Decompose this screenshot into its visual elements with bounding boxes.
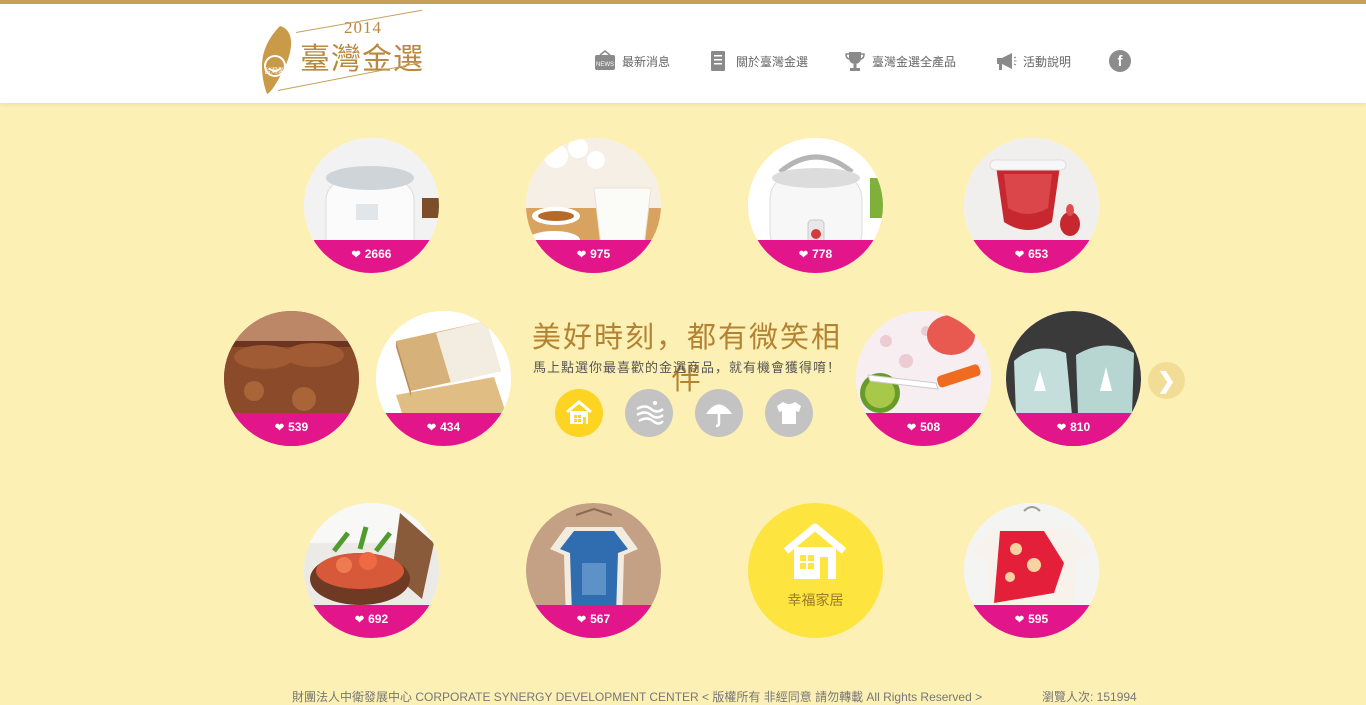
trophy-icon	[845, 52, 865, 71]
like-count: ❤ 508	[856, 413, 991, 446]
heart-icon: ❤	[354, 614, 365, 626]
product-red-glass[interactable]: ❤ 653	[964, 138, 1099, 273]
like-count: ❤ 434	[376, 413, 511, 446]
house-icon	[783, 523, 847, 579]
like-count-value: 653	[1028, 247, 1049, 261]
nav-about[interactable]: 關於臺灣金選	[708, 48, 808, 74]
product-hot-pot[interactable]: ❤ 692	[304, 503, 439, 638]
product-slippers[interactable]: ❤ 810	[1006, 311, 1141, 446]
category-umbrella-button[interactable]	[695, 389, 743, 437]
next-arrow-button[interactable]: ❯	[1148, 362, 1185, 399]
product-rice-cooker-white[interactable]: ❤ 2666	[304, 138, 439, 273]
product-floral-qipao[interactable]: ❤ 595	[964, 503, 1099, 638]
like-count: ❤ 2666	[304, 240, 439, 273]
heart-icon: ❤	[798, 249, 809, 261]
heart-icon: ❤	[576, 249, 587, 261]
product-indigo-garment[interactable]: ❤ 567	[526, 503, 661, 638]
nav-news[interactable]: NEWS 最新消息	[594, 48, 670, 74]
like-count-value: 508	[920, 420, 941, 434]
like-count-value: 810	[1070, 420, 1091, 434]
like-count-value: 692	[368, 612, 389, 626]
like-count-value: 2666	[364, 247, 392, 261]
category-home-button[interactable]	[555, 389, 603, 437]
heart-icon: ❤	[1056, 422, 1067, 434]
like-count-value: 567	[590, 612, 611, 626]
like-count: ❤ 567	[526, 605, 661, 638]
nav-event-label: 活動說明	[1023, 54, 1072, 69]
like-count: ❤ 810	[1006, 413, 1141, 446]
like-count: ❤ 595	[964, 605, 1099, 638]
house-icon	[566, 400, 592, 424]
like-count-value: 778	[812, 247, 833, 261]
heart-icon: ❤	[426, 422, 437, 434]
promo-subline: 馬上點選你最喜歡的金選商品，就有機會獲得唷！	[532, 361, 841, 376]
umbrella-icon	[706, 404, 732, 428]
logo-title: 臺灣金選	[300, 43, 424, 76]
like-count-value: 539	[288, 420, 309, 434]
product-bedding[interactable]: ❤ 539	[224, 311, 359, 446]
tshirt-icon	[777, 402, 801, 424]
nav-event[interactable]: 活動說明	[995, 48, 1071, 74]
logo[interactable]: 台灣製 2014 臺灣金選	[256, 9, 426, 98]
nav-about-label: 關於臺灣金選	[736, 54, 809, 69]
document-icon	[711, 51, 725, 71]
wind-icon	[636, 401, 664, 425]
nav-products-label: 臺灣金選全產品	[872, 54, 957, 69]
product-wooden-box[interactable]: ❤ 434	[376, 311, 511, 446]
category-wind-button[interactable]	[625, 389, 673, 437]
heart-icon: ❤	[1014, 614, 1025, 626]
like-count: ❤ 653	[964, 240, 1099, 273]
taiwan-map-icon	[262, 26, 292, 94]
megaphone-icon	[997, 53, 1017, 70]
svg-text:NEWS: NEWS	[596, 62, 614, 68]
news-icon: NEWS	[595, 50, 615, 70]
facebook-icon[interactable]: f	[1109, 50, 1131, 72]
heart-icon: ❤	[351, 249, 361, 261]
heart-icon: ❤	[1014, 249, 1025, 261]
nav-products[interactable]: 臺灣金選全產品	[844, 48, 956, 74]
like-count: ❤ 778	[748, 240, 883, 273]
heart-icon: ❤	[576, 614, 587, 626]
logo-badge: 台灣製	[264, 68, 285, 75]
category-home-tile[interactable]: 幸福家居	[748, 503, 883, 638]
product-tea-set[interactable]: ❤ 975	[526, 138, 661, 273]
like-count: ❤ 692	[304, 605, 439, 638]
like-count-value: 434	[440, 420, 461, 434]
like-count: ❤ 539	[224, 413, 359, 446]
like-count-value: 595	[1028, 612, 1049, 626]
footer-copyright: 財團法人中衛發展中心 CORPORATE SYNERGY DEVELOPMENT…	[292, 690, 983, 704]
category-clothing-button[interactable]	[765, 389, 813, 437]
visitor-counter: 瀏覽人次: 151994	[1042, 690, 1137, 704]
site-header: 台灣製 2014 臺灣金選 NEWS 最新消息 關於臺灣金選 臺灣金選全產品 活…	[0, 4, 1366, 103]
like-count: ❤ 975	[526, 240, 661, 273]
heart-icon: ❤	[906, 422, 917, 434]
promo-headline: 美好時刻，都有微笑相伴	[531, 320, 842, 396]
like-count-value: 975	[590, 247, 611, 261]
product-kitchen-knife[interactable]: ❤ 508	[856, 311, 991, 446]
nav-news-label: 最新消息	[622, 54, 671, 69]
product-rice-cooker[interactable]: ❤ 778	[748, 138, 883, 273]
heart-icon: ❤	[274, 422, 285, 434]
category-home-label: 幸福家居	[787, 592, 844, 608]
